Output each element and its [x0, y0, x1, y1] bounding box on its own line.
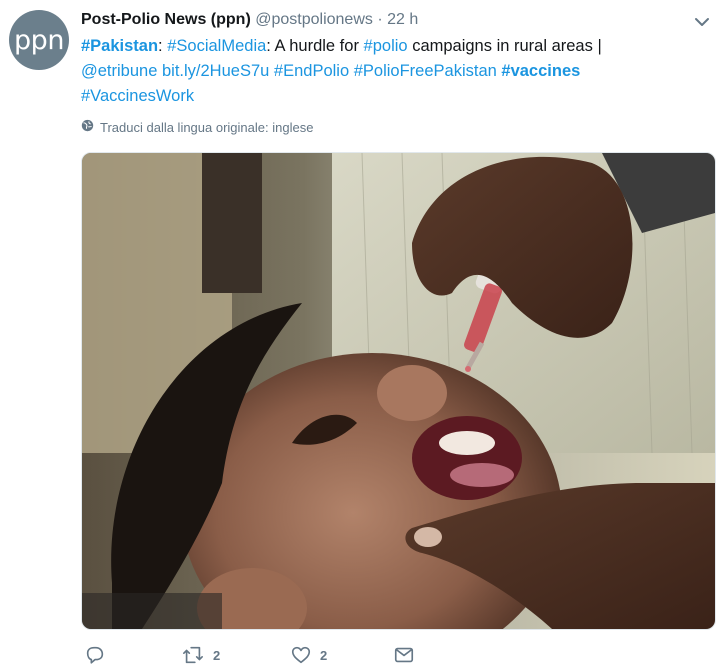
reply-button[interactable]	[84, 644, 181, 666]
url-link[interactable]: bit.ly/2HueS7u	[162, 62, 269, 80]
text-fragment: :	[158, 37, 163, 55]
direct-message-button[interactable]	[393, 644, 415, 666]
like-button[interactable]: 2	[290, 644, 393, 666]
chevron-down-icon[interactable]	[692, 12, 712, 32]
avatar-text: ppn	[14, 24, 64, 56]
message-icon	[393, 644, 415, 666]
like-count: 2	[320, 647, 328, 663]
avatar[interactable]: ppn	[9, 10, 69, 70]
mention-link[interactable]: @etribune	[81, 62, 157, 80]
user-handle[interactable]: @postpolionews	[255, 11, 373, 28]
retweet-button[interactable]: 2	[181, 644, 290, 666]
reply-icon	[84, 644, 106, 666]
translate-link[interactable]: Traduci dalla lingua originale: inglese	[81, 119, 313, 135]
hashtag-link[interactable]: #EndPolio	[274, 62, 349, 80]
tweet-header: Post-Polio News (ppn) @postpolionews · 2…	[81, 10, 418, 30]
translate-label: Traduci dalla lingua originale: inglese	[100, 119, 314, 135]
tweet-photo[interactable]	[81, 152, 716, 630]
hashtag-link[interactable]: #VaccinesWork	[81, 87, 194, 105]
retweet-count: 2	[213, 647, 221, 663]
globe-icon	[81, 119, 94, 135]
heart-icon	[290, 644, 312, 666]
hashtag-link[interactable]: #polio	[364, 37, 408, 55]
tweet-actions: 2 2	[84, 644, 415, 666]
hashtag-link[interactable]: #vaccines	[501, 62, 580, 80]
hashtag-link[interactable]: #Pakistan	[81, 37, 158, 55]
tweet-text: #Pakistan: #SocialMedia: A hurdle for #p…	[81, 34, 711, 109]
retweet-icon	[181, 644, 205, 666]
timestamp[interactable]: 22 h	[387, 11, 418, 28]
text-fragment: : A hurdle for	[266, 37, 359, 55]
text-fragment: campaigns in rural areas |	[412, 37, 602, 55]
display-name[interactable]: Post-Polio News (ppn)	[81, 11, 251, 28]
separator: ·	[377, 11, 383, 28]
hashtag-link[interactable]: #PolioFreePakistan	[354, 62, 497, 80]
hashtag-link[interactable]: #SocialMedia	[167, 37, 266, 55]
